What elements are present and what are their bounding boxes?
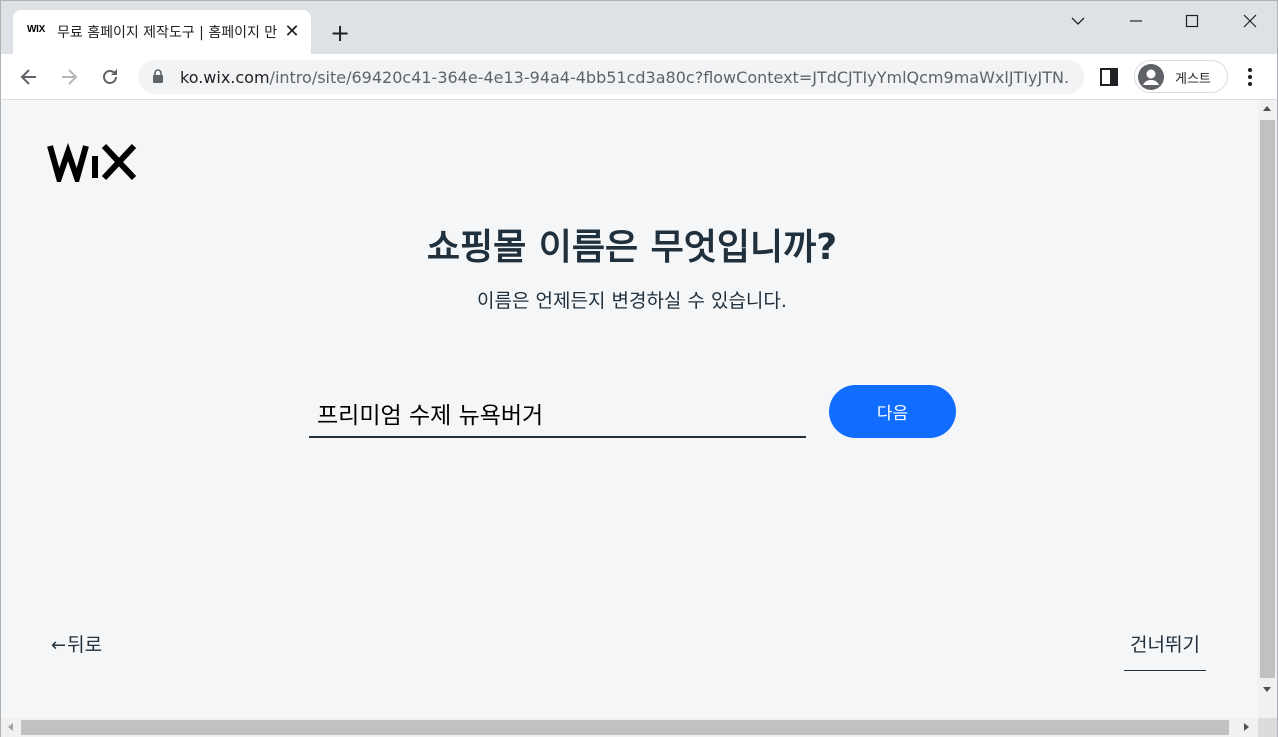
lock-icon[interactable] bbox=[152, 69, 164, 88]
url-text: ko.wix.com/intro/site/69420c41-364e-4e13… bbox=[180, 68, 1070, 87]
browser-toolbar: ko.wix.com/intro/site/69420c41-364e-4e13… bbox=[0, 54, 1278, 100]
back-label: 뒤로 bbox=[67, 634, 103, 656]
profile-button[interactable]: 게스트 bbox=[1134, 60, 1228, 93]
profile-label: 게스트 bbox=[1175, 72, 1211, 87]
vertical-scrollbar[interactable] bbox=[1258, 100, 1277, 718]
close-window-icon[interactable] bbox=[1235, 9, 1265, 33]
wix-logo[interactable] bbox=[46, 142, 138, 182]
tab-strip: WIX 무료 홈페이지 제작도구 | 홈페이지 만들기 ✕ + bbox=[0, 0, 1278, 55]
scroll-down-icon[interactable] bbox=[1263, 687, 1271, 692]
browser-tab[interactable]: WIX 무료 홈페이지 제작도구 | 홈페이지 만들기 ✕ bbox=[13, 10, 311, 55]
scroll-up-icon[interactable] bbox=[1263, 106, 1271, 111]
vertical-scroll-thumb[interactable] bbox=[1260, 120, 1275, 678]
horizontal-scroll-thumb[interactable] bbox=[21, 720, 1229, 735]
wix-favicon-icon: WIX bbox=[27, 24, 45, 35]
new-tab-plus-icon[interactable]: + bbox=[326, 19, 354, 47]
tab-search-chevron-down-icon[interactable] bbox=[1063, 9, 1093, 33]
side-panel-icon[interactable] bbox=[1099, 67, 1119, 91]
skip-button[interactable]: 건너뛰기 bbox=[1124, 630, 1206, 671]
tab-title: 무료 홈페이지 제작도구 | 홈페이지 만들기 bbox=[57, 25, 277, 41]
page-title: 쇼핑몰 이름은 무엇입니까? bbox=[426, 227, 838, 268]
close-icon[interactable]: ✕ bbox=[283, 23, 301, 41]
back-arrow-icon[interactable] bbox=[15, 63, 43, 91]
more-menu-icon[interactable] bbox=[1241, 66, 1259, 88]
address-bar[interactable]: ko.wix.com/intro/site/69420c41-364e-4e13… bbox=[138, 60, 1084, 94]
store-name-input[interactable] bbox=[309, 388, 806, 438]
page-subtitle: 이름은 언제든지 변경하실 수 있습니다. bbox=[477, 290, 787, 312]
scroll-left-icon[interactable] bbox=[8, 723, 13, 731]
scroll-right-icon[interactable] bbox=[1244, 723, 1249, 731]
next-button[interactable]: 다음 bbox=[829, 385, 956, 438]
back-button[interactable]: ← 뒤로 bbox=[51, 630, 102, 657]
left-arrow-icon: ← bbox=[51, 635, 67, 656]
maximize-icon[interactable] bbox=[1177, 9, 1207, 33]
forward-arrow-icon[interactable] bbox=[55, 63, 83, 91]
url-host: ko.wix.com bbox=[180, 68, 270, 87]
reload-icon[interactable] bbox=[96, 63, 124, 91]
horizontal-scrollbar[interactable] bbox=[0, 718, 1258, 737]
page-viewport: 쇼핑몰 이름은 무엇입니까? 이름은 언제든지 변경하실 수 있습니다. 다음 … bbox=[0, 100, 1278, 737]
scrollbar-corner bbox=[1258, 718, 1277, 737]
avatar-icon bbox=[1138, 64, 1164, 90]
url-path: /intro/site/69420c41-364e-4e13-94a4-4bb5… bbox=[269, 68, 1070, 87]
minimize-icon[interactable] bbox=[1121, 9, 1151, 33]
